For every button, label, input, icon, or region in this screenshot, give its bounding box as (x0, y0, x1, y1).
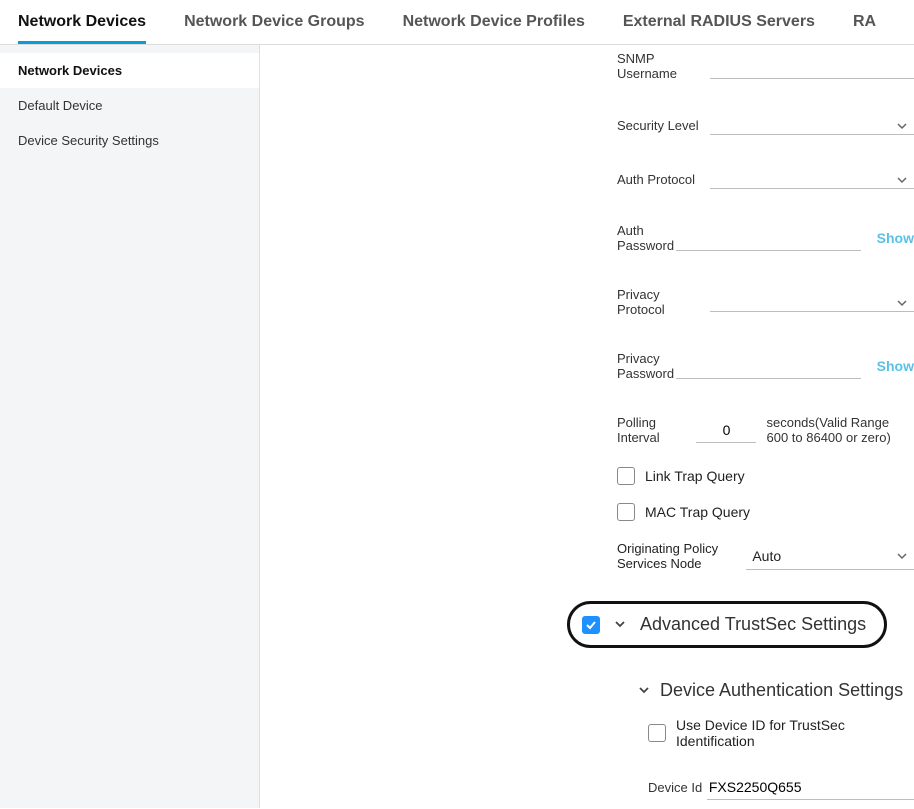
advanced-trustsec-checkbox[interactable] (582, 616, 600, 634)
sidebar-item-network-devices[interactable]: Network Devices (0, 53, 259, 88)
tab-ra-truncated[interactable]: RA (853, 1, 876, 43)
chevron-down-icon (638, 680, 650, 701)
sidebar-item-default-device[interactable]: Default Device (0, 88, 259, 123)
field-security-level: Security Level (260, 115, 914, 135)
chevron-down-icon (896, 296, 908, 312)
privacy-password-input[interactable] (676, 354, 861, 379)
chevron-down-icon (896, 173, 908, 189)
originating-node-select[interactable]: Auto (746, 543, 914, 570)
privacy-password-show[interactable]: Show (877, 358, 914, 374)
mac-trap-query-label: MAC Trap Query (645, 504, 750, 520)
field-privacy-password: Privacy Password Show (260, 351, 914, 381)
device-id-row: Device Id (638, 775, 914, 800)
check-icon (585, 619, 597, 631)
polling-interval-input[interactable] (696, 418, 756, 443)
use-device-id-checkbox[interactable] (648, 724, 666, 742)
field-auth-password: Auth Password Show (260, 223, 914, 253)
link-trap-query-checkbox[interactable] (617, 467, 635, 485)
device-id-input[interactable] (707, 775, 914, 800)
privacy-protocol-select[interactable] (710, 292, 914, 312)
advanced-trustsec-header[interactable]: Advanced TrustSec Settings (567, 601, 887, 648)
chevron-down-icon (896, 119, 908, 135)
originating-node-label: Originating Policy Services Node (617, 541, 730, 571)
originating-node-value: Auto (752, 548, 781, 564)
mac-trap-query-row: MAC Trap Query (260, 503, 914, 521)
use-device-id-label: Use Device ID for TrustSec Identificatio… (676, 717, 914, 749)
sidebar: Network Devices Default Device Device Se… (0, 45, 260, 808)
field-polling-interval: Polling Interval seconds(Valid Range 600… (260, 415, 914, 445)
tab-bar: Network Devices Network Device Groups Ne… (0, 0, 914, 45)
mac-trap-query-checkbox[interactable] (617, 503, 635, 521)
security-level-label: Security Level (617, 118, 710, 133)
auth-password-input[interactable] (676, 226, 861, 251)
chevron-down-icon (614, 617, 626, 633)
link-trap-query-label: Link Trap Query (645, 468, 745, 484)
content-pane: SNMP Username Security Level Auth Protoc… (260, 45, 914, 808)
privacy-protocol-label: Privacy Protocol (617, 287, 710, 317)
field-snmp-username: SNMP Username (260, 51, 914, 81)
field-originating-node: Originating Policy Services Node Auto (260, 541, 914, 571)
link-trap-query-row: Link Trap Query (260, 467, 914, 485)
privacy-password-label: Privacy Password (617, 351, 676, 381)
tab-external-radius-servers[interactable]: External RADIUS Servers (623, 1, 815, 43)
security-level-select[interactable] (710, 115, 914, 135)
device-id-label: Device Id (648, 780, 707, 795)
polling-interval-hint: seconds(Valid Range 600 to 86400 or zero… (766, 415, 914, 445)
use-device-id-row: Use Device ID for TrustSec Identificatio… (638, 717, 914, 749)
auth-protocol-label: Auth Protocol (617, 172, 710, 187)
snmp-username-label: SNMP Username (617, 51, 710, 81)
auth-password-label: Auth Password (617, 223, 676, 253)
auth-password-show[interactable]: Show (877, 230, 914, 246)
sidebar-item-device-security-settings[interactable]: Device Security Settings (0, 123, 259, 158)
advanced-trustsec-title: Advanced TrustSec Settings (640, 614, 866, 635)
field-auth-protocol: Auth Protocol (260, 169, 914, 189)
field-privacy-protocol: Privacy Protocol (260, 287, 914, 317)
main-area: Network Devices Default Device Device Se… (0, 45, 914, 808)
tab-network-device-profiles[interactable]: Network Device Profiles (403, 1, 585, 43)
device-auth-settings-header[interactable]: Device Authentication Settings (638, 680, 914, 701)
device-auth-settings: Device Authentication Settings Use Devic… (260, 680, 914, 808)
chevron-down-icon (896, 549, 908, 565)
device-auth-settings-title: Device Authentication Settings (660, 680, 903, 701)
snmp-username-input[interactable] (710, 54, 914, 79)
auth-protocol-select[interactable] (710, 169, 914, 189)
polling-interval-label: Polling Interval (617, 415, 696, 445)
tab-network-devices[interactable]: Network Devices (18, 1, 146, 43)
tab-network-device-groups[interactable]: Network Device Groups (184, 1, 365, 43)
